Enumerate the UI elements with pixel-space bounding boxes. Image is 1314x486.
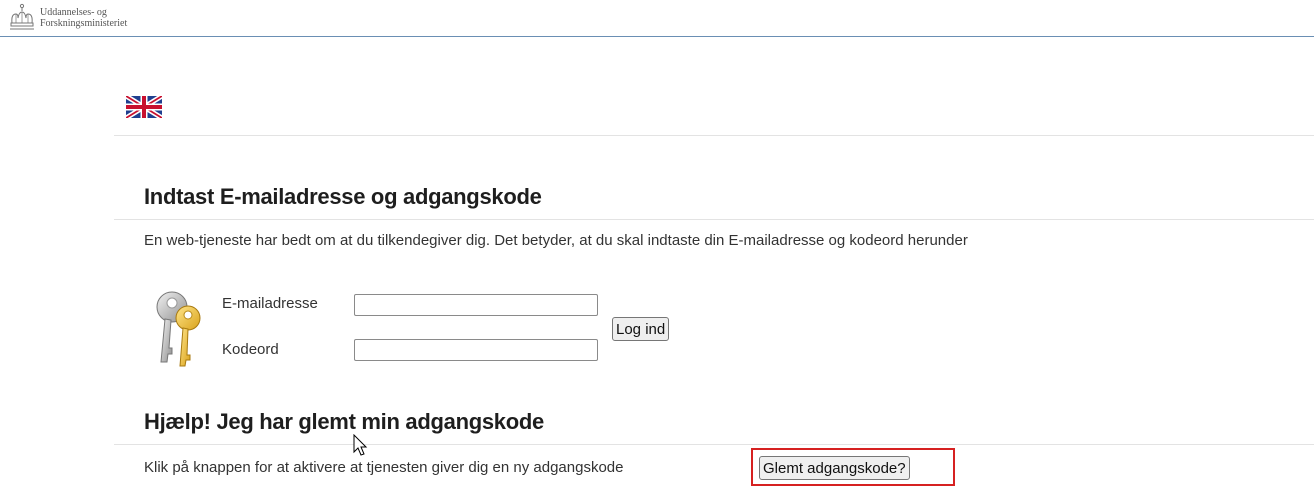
mouse-cursor-icon	[353, 434, 368, 456]
divider	[114, 135, 1314, 136]
help-text: Klik på knappen for at aktivere at tjene…	[144, 459, 624, 476]
keys-icon	[156, 291, 201, 367]
crown-icon	[10, 3, 34, 30]
ministry-line-2: Forskningsministeriet	[40, 18, 128, 29]
login-button[interactable]: Log ind	[612, 317, 670, 341]
top-header: Uddannelses- og Forskningsministeriet	[0, 0, 1314, 37]
login-intro-text: En web-tjeneste har bedt om at du tilken…	[144, 232, 968, 249]
email-label: E-mailadresse	[222, 295, 318, 312]
forgot-password-button[interactable]: Glemt adgangskode?	[759, 456, 910, 480]
ministry-name: Uddannelses- og Forskningsministeriet	[40, 7, 127, 29]
uk-flag-icon[interactable]	[126, 96, 162, 118]
ministry-line-1: Uddannelses- og	[40, 7, 107, 18]
divider	[114, 444, 1314, 445]
email-field[interactable]	[354, 294, 598, 316]
password-field[interactable]	[354, 339, 598, 361]
password-label: Kodeord	[222, 341, 279, 358]
help-heading: Hjælp! Jeg har glemt min adgangskode	[144, 409, 544, 434]
divider	[114, 219, 1314, 220]
login-heading: Indtast E-mailadresse og adgangskode	[144, 184, 542, 209]
